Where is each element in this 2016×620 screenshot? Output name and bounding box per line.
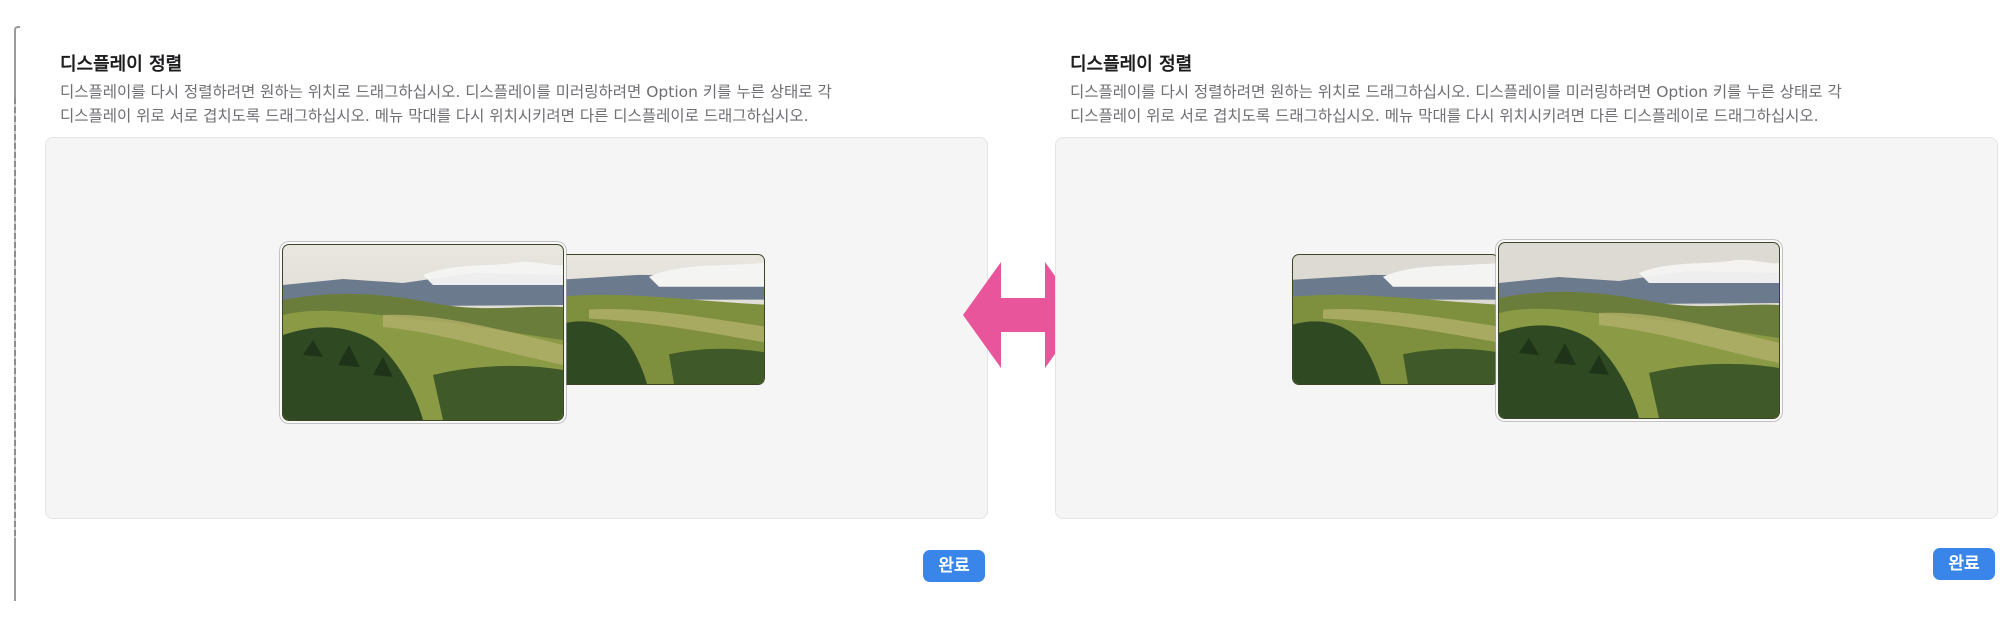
description-line-1: 디스플레이를 다시 정렬하려면 원하는 위치로 드래그하십시오. 디스플레이를 … (1070, 83, 1842, 101)
main-display-thumbnail[interactable] (282, 244, 564, 421)
description-line-2: 디스플레이 위로 서로 겹치도록 드래그하십시오. 메뉴 막대를 다시 위치시키… (60, 107, 809, 125)
done-button[interactable]: 완료 (923, 550, 985, 582)
panel-title: 디스플레이 정렬 (60, 54, 183, 75)
display-arrangement-area[interactable] (1055, 137, 1998, 519)
secondary-display-thumbnail[interactable] (558, 254, 765, 385)
arrangement-panel-before: 디스플레이 정렬 디스플레이를 다시 정렬하려면 원하는 위치로 드래그하십시오… (30, 0, 990, 620)
screenshot-stage: 디스플레이 정렬 디스플레이를 다시 정렬하려면 원하는 위치로 드래그하십시오… (0, 0, 2016, 620)
window-edge-bracket (14, 26, 20, 601)
panel-description: 디스플레이를 다시 정렬하려면 원하는 위치로 드래그하십시오. 디스플레이를 … (60, 80, 960, 128)
description-line-1: 디스플레이를 다시 정렬하려면 원하는 위치로 드래그하십시오. 디스플레이를 … (60, 83, 832, 101)
landscape-wallpaper-image (1293, 255, 1498, 384)
display-arrangement-area[interactable] (45, 137, 988, 519)
panel-description: 디스플레이를 다시 정렬하려면 원하는 위치로 드래그하십시오. 디스플레이를 … (1070, 80, 1970, 128)
done-button[interactable]: 완료 (1933, 548, 1995, 580)
secondary-display-thumbnail[interactable] (1292, 254, 1499, 385)
description-line-2: 디스플레이 위로 서로 겹치도록 드래그하십시오. 메뉴 막대를 다시 위치시키… (1070, 107, 1819, 125)
landscape-wallpaper-image (1499, 243, 1779, 418)
main-display-thumbnail[interactable] (1498, 242, 1780, 419)
landscape-wallpaper-image (559, 255, 764, 384)
panel-title: 디스플레이 정렬 (1070, 54, 1193, 75)
landscape-wallpaper-image (283, 245, 563, 420)
arrangement-panel-after: 디스플레이 정렬 디스플레이를 다시 정렬하려면 원하는 위치로 드래그하십시오… (1040, 0, 2000, 620)
